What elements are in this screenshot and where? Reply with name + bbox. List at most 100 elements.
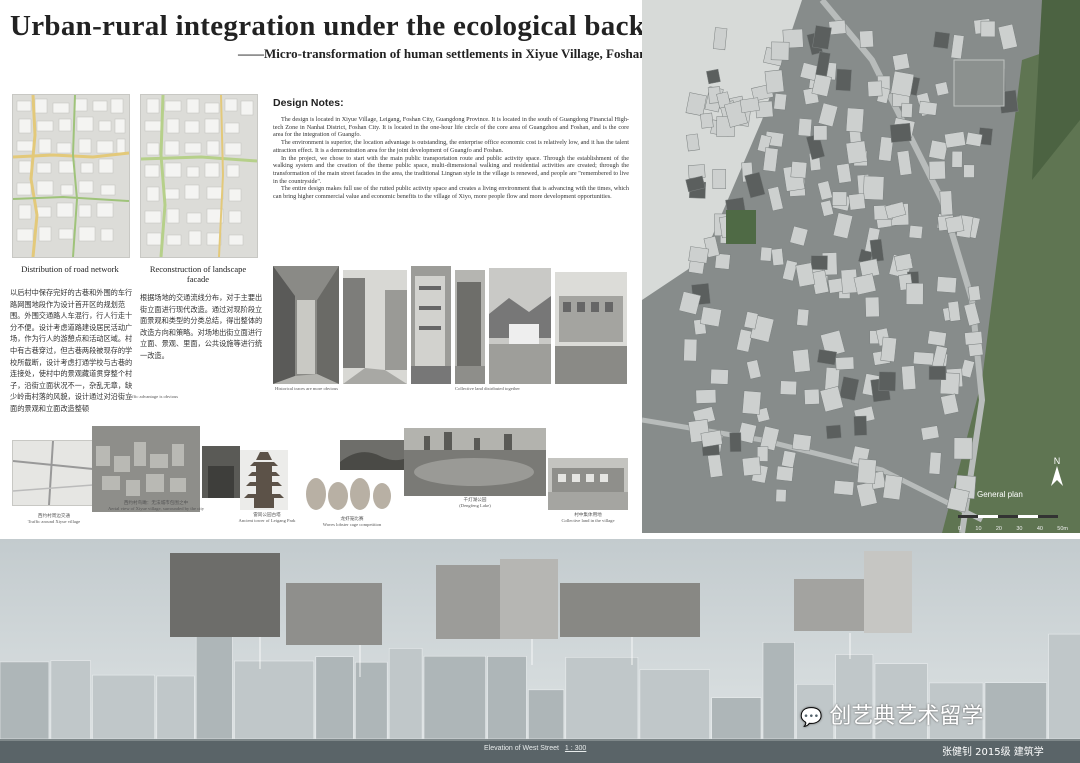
- collage-caption: 村中集体用地 Collective land in the village: [548, 512, 628, 523]
- roof: [739, 97, 760, 114]
- roof: [980, 20, 996, 38]
- wechat-icon: 💬: [800, 707, 823, 728]
- roof: [812, 25, 832, 50]
- elevation-building: [92, 674, 156, 740]
- design-notes-paragraph: The environment is superior, the locatio…: [273, 139, 629, 154]
- roof: [889, 122, 912, 143]
- north-label: N: [1053, 456, 1061, 466]
- scale-tick: 30: [1016, 526, 1023, 532]
- scale-tick: 40: [1036, 526, 1043, 532]
- roof: [833, 480, 855, 496]
- roof: [848, 192, 866, 211]
- design-notes-paragraph: The design is located in Xiyue Village, …: [273, 116, 629, 139]
- roof: [912, 351, 935, 366]
- elevation-title: Elevation of West Street: [484, 745, 559, 752]
- roof: [796, 308, 810, 327]
- roof: [764, 69, 785, 94]
- roof: [813, 125, 828, 141]
- roof: [859, 30, 874, 48]
- roof: [939, 190, 954, 216]
- roof: [867, 80, 883, 97]
- roof: [685, 92, 707, 117]
- roof: [901, 365, 917, 391]
- roof: [856, 458, 877, 485]
- roof: [945, 215, 965, 234]
- elevation-building: [315, 656, 354, 740]
- roof: [686, 133, 700, 152]
- roof: [762, 147, 779, 173]
- roof: [687, 164, 706, 179]
- roof: [710, 368, 729, 385]
- roof: [759, 246, 773, 262]
- map-caption-road-network: Distribution of road network: [21, 264, 119, 274]
- scale-tick: 20: [995, 526, 1002, 532]
- plan-label: General plan: [977, 490, 1023, 499]
- roof: [729, 432, 742, 453]
- roof: [927, 330, 947, 347]
- roof: [712, 27, 728, 51]
- elevation-building: [639, 669, 711, 740]
- elevation-building: [195, 634, 233, 740]
- roof: [865, 296, 880, 318]
- roof: [918, 100, 938, 116]
- roof: [862, 175, 885, 201]
- collage-caption-en: Aerial view of Xiyue village, surrounded…: [107, 505, 205, 511]
- roof: [773, 93, 788, 111]
- design-notes-heading: Design Notes:: [273, 97, 344, 109]
- roof: [835, 356, 855, 371]
- watermark-text: 创艺典艺术留学: [829, 704, 984, 729]
- north-arrow-icon: N: [1050, 456, 1064, 488]
- map-caption-landscape-facade: Reconstruction of landscape facade: [149, 264, 247, 284]
- tower-photo: [240, 450, 288, 510]
- roof: [928, 160, 946, 180]
- photo-caption-right: Collective land distributed together: [455, 386, 520, 391]
- roof: [853, 273, 877, 296]
- roof: [920, 425, 940, 441]
- roof: [878, 371, 897, 392]
- collage-caption-en: Ancient tower of Leigang Park: [238, 517, 296, 523]
- collage-caption-cn: 龙虾笼比赛: [340, 516, 364, 521]
- roof: [932, 31, 951, 50]
- page-subtitle: ——Micro-transformation of human settleme…: [238, 46, 647, 61]
- roof: [712, 169, 726, 190]
- roof: [845, 140, 868, 165]
- collage-caption: 龙虾笼比赛 Waves lobster cage competition: [312, 516, 392, 527]
- scale-tick: 0: [958, 526, 962, 532]
- collage-caption-en: (Dengfeng Lake): [459, 502, 491, 508]
- street-photo: [455, 270, 485, 384]
- cage-photo: [290, 470, 400, 512]
- roof: [964, 331, 983, 346]
- collective-land-photo: [548, 458, 628, 510]
- landscape-facade-map: [140, 94, 258, 258]
- roof: [804, 388, 820, 405]
- collage-caption-cn: 千灯湖公园: [463, 497, 487, 502]
- street-photo: [343, 270, 407, 384]
- roof: [816, 349, 837, 366]
- roof: [835, 68, 852, 92]
- collage-caption: 雷岗公园古塔 Ancient tower of Leigang Park: [232, 512, 302, 523]
- elevation-building: [762, 642, 795, 740]
- roof: [880, 336, 897, 363]
- traffic-note: Traffic advantage is obvious: [125, 394, 179, 399]
- collage-caption-en: Traffic around Xiyue village: [27, 518, 81, 524]
- roof: [700, 429, 723, 448]
- scale-tick: 50m: [1057, 526, 1068, 532]
- collage-caption-cn: 西约村周边交通: [37, 513, 71, 518]
- roof: [892, 53, 911, 71]
- collage-caption-en: Waves lobster cage competition: [322, 521, 382, 527]
- roof: [741, 456, 762, 477]
- roof: [965, 131, 983, 147]
- roof: [893, 253, 914, 272]
- general-plan: [642, 0, 1080, 533]
- roof: [792, 348, 811, 373]
- roof: [953, 437, 973, 460]
- street-photo: [555, 272, 627, 384]
- roof: [771, 248, 785, 266]
- scale-tick: 10: [975, 526, 982, 532]
- elevation-building: [565, 657, 639, 740]
- photo-caption-left: Historical traces are more obvious: [275, 386, 339, 391]
- roof: [934, 81, 950, 97]
- elevation-building: [50, 660, 91, 740]
- elevation-building: [0, 661, 50, 740]
- elevation-scale: 1 : 300: [564, 745, 587, 752]
